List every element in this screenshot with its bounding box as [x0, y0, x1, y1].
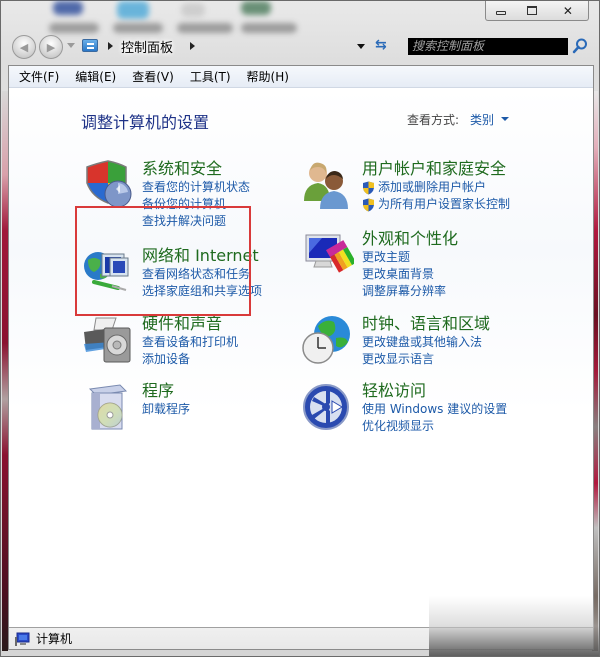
- caption-buttons: ✕: [485, 1, 589, 21]
- link-text[interactable]: 添加或删除用户帐户: [378, 179, 486, 196]
- view-by-dropdown[interactable]: 类别: [470, 111, 494, 128]
- category-link[interactable]: 添加设备: [142, 351, 238, 368]
- category-link[interactable]: 查看网络状态和任务: [142, 266, 262, 283]
- network-globe-icon[interactable]: [82, 246, 134, 298]
- category-title[interactable]: 硬件和声音: [142, 314, 238, 334]
- forward-arrow-icon: ▶: [46, 40, 56, 54]
- menu-bar: 文件(F) 编辑(E) 查看(V) 工具(T) 帮助(H): [9, 66, 593, 88]
- category-title[interactable]: 程序: [142, 381, 190, 401]
- category-link[interactable]: 更改桌面背景: [362, 266, 458, 283]
- category-link[interactable]: 查看您的计算机状态: [142, 179, 250, 196]
- back-arrow-icon: ◀: [19, 40, 29, 54]
- uac-shield-icon: [363, 181, 374, 194]
- menu-edit[interactable]: 编辑(E): [70, 68, 123, 85]
- recent-pages-dropdown[interactable]: [67, 43, 75, 48]
- maximize-button[interactable]: [517, 1, 548, 20]
- refresh-button[interactable]: ⇆: [375, 37, 387, 53]
- explorer-client-area: 文件(F) 编辑(E) 查看(V) 工具(T) 帮助(H) 调整计算机的设置 查…: [8, 65, 594, 650]
- window-frame: ✕ ◀ ▶ 控制面板 ⇆ 文件(F) 编辑(E) 查看(V) 工具(T) 帮助(…: [0, 0, 600, 657]
- status-bar: 计算机: [9, 627, 593, 649]
- uac-shield-icon: [363, 198, 374, 211]
- category-link[interactable]: 调整屏幕分辨率: [362, 283, 458, 300]
- category-text: 用户帐户和家庭安全 添加或删除用户帐户 为所有用户设置家长控制: [362, 159, 510, 213]
- minimize-button[interactable]: [486, 1, 517, 20]
- link-text[interactable]: 为所有用户设置家长控制: [378, 196, 510, 213]
- navigation-bar: ◀ ▶ 控制面板 ⇆: [9, 35, 594, 59]
- printer-speaker-icon[interactable]: [82, 314, 134, 366]
- monitor-palette-icon[interactable]: [302, 229, 354, 281]
- category-title[interactable]: 外观和个性化: [362, 229, 458, 249]
- category-link[interactable]: 更改主题: [362, 249, 458, 266]
- category-link[interactable]: 使用 Windows 建议的设置: [362, 401, 507, 418]
- close-button[interactable]: ✕: [548, 1, 588, 20]
- security-shield-icon[interactable]: [82, 159, 134, 211]
- category-title[interactable]: 网络和 Internet: [142, 246, 262, 266]
- menu-help[interactable]: 帮助(H): [242, 68, 296, 85]
- status-text: 计算机: [36, 632, 73, 646]
- users-icon[interactable]: [302, 159, 354, 211]
- category-link[interactable]: 备份您的计算机: [142, 196, 250, 213]
- menu-tools[interactable]: 工具(T): [185, 68, 238, 85]
- ease-of-access-icon[interactable]: [302, 381, 354, 433]
- desktop-background-icons: [41, 1, 301, 37]
- menu-view[interactable]: 查看(V): [127, 68, 181, 85]
- breadcrumb-control-panel[interactable]: 控制面板: [121, 37, 173, 56]
- program-box-icon[interactable]: [82, 381, 134, 433]
- category-link[interactable]: 为所有用户设置家长控制: [362, 196, 510, 213]
- category-text: 系统和安全 查看您的计算机状态 备份您的计算机 查找并解决问题: [142, 159, 250, 230]
- category-text: 硬件和声音 查看设备和打印机 添加设备: [142, 314, 238, 368]
- category-link[interactable]: 优化视频显示: [362, 418, 507, 435]
- category-text: 轻松访问 使用 Windows 建议的设置 优化视频显示: [362, 381, 507, 435]
- control-panel-content: 调整计算机的设置 查看方式: 类别 系统和安全 查看您的计算机状态 备份您的计算…: [9, 89, 593, 627]
- back-button[interactable]: ◀: [12, 35, 36, 59]
- category-text: 网络和 Internet 查看网络状态和任务 选择家庭组和共享选项: [142, 246, 262, 300]
- forward-button[interactable]: ▶: [39, 35, 63, 59]
- category-title[interactable]: 系统和安全: [142, 159, 250, 179]
- menu-file[interactable]: 文件(F): [14, 68, 66, 85]
- category-link[interactable]: 添加或删除用户帐户: [362, 179, 510, 196]
- control-panel-icon: [82, 39, 98, 52]
- breadcrumb-separator[interactable]: [108, 42, 113, 50]
- category-title[interactable]: 时钟、语言和区域: [362, 314, 490, 334]
- address-dropdown-button[interactable]: [357, 44, 365, 49]
- close-icon: ✕: [562, 3, 573, 18]
- category-link[interactable]: 卸载程序: [142, 401, 190, 418]
- refresh-icon: ⇆: [375, 37, 387, 53]
- breadcrumb-separator[interactable]: [190, 42, 195, 50]
- maximize-icon: [527, 6, 538, 15]
- chevron-down-icon[interactable]: [501, 117, 509, 121]
- category-text: 程序 卸载程序: [142, 381, 190, 418]
- category-title[interactable]: 轻松访问: [362, 381, 507, 401]
- computer-icon: [15, 632, 30, 646]
- category-text: 外观和个性化 更改主题 更改桌面背景 调整屏幕分辨率: [362, 229, 458, 300]
- view-by-label: 查看方式:: [407, 113, 460, 127]
- category-link[interactable]: 查找并解决问题: [142, 213, 250, 230]
- category-text: 时钟、语言和区域 更改键盘或其他输入法 更改显示语言: [362, 314, 490, 368]
- category-link[interactable]: 查看设备和打印机: [142, 334, 238, 351]
- clock-globe-icon[interactable]: [302, 314, 354, 366]
- minimize-icon: [496, 10, 507, 15]
- search-input[interactable]: [408, 38, 568, 55]
- category-link[interactable]: 更改显示语言: [362, 351, 490, 368]
- category-title[interactable]: 用户帐户和家庭安全: [362, 159, 510, 179]
- search-icon[interactable]: [571, 37, 589, 55]
- category-link[interactable]: 选择家庭组和共享选项: [142, 283, 262, 300]
- page-title: 调整计算机的设置: [81, 113, 210, 132]
- category-link[interactable]: 更改键盘或其他输入法: [362, 334, 490, 351]
